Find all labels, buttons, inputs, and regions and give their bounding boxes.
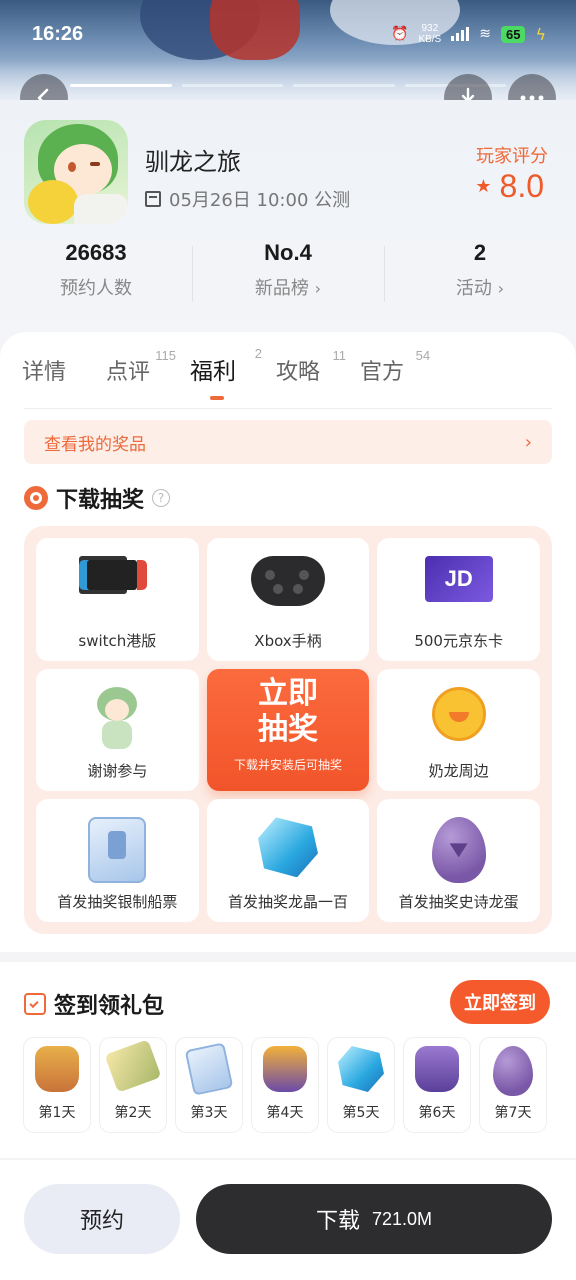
lottery-section-title: 下载抽奖 ? <box>24 482 171 514</box>
tab-guides[interactable]: 攻略 11 <box>276 348 346 386</box>
charging-icon: ϟ <box>535 24 546 44</box>
signin-button[interactable]: 立即签到 <box>450 980 550 1024</box>
prize-cell: 首发抽奖龙晶一百 <box>206 799 370 922</box>
tab-official[interactable]: 官方 54 <box>360 348 430 386</box>
banner-pager <box>70 84 506 87</box>
signin-day[interactable]: 第2天 <box>100 1038 166 1132</box>
chevron-right-icon: › <box>524 431 532 453</box>
treasure-bag-icon <box>415 1046 459 1092</box>
signin-day[interactable]: 第3天 <box>176 1038 242 1132</box>
dragon-egg-icon <box>431 817 486 884</box>
treasure-bag-icon <box>35 1046 79 1092</box>
prize-cell: Xbox手柄 <box>206 538 370 661</box>
app-name: 驯龙之旅 <box>145 148 241 176</box>
gold-bars-icon <box>104 1039 162 1093</box>
ticket-icon <box>184 1042 234 1096</box>
lottery-grid: switch港版 Xbox手柄 JD 500元京东卡 谢谢参与 立即 抽奖 下载… <box>24 526 552 934</box>
battery-icon: 65 <box>500 25 526 43</box>
status-time: 16:26 <box>32 22 84 45</box>
divider <box>24 408 552 409</box>
prize-cell: 奶龙周边 <box>377 668 540 792</box>
duck-mascot-icon <box>431 686 486 741</box>
content-card: 详情 点评 115 福利 2 攻略 11 官方 54 查看我的奖品 › 下载抽奖 ? s… <box>0 332 576 952</box>
tab-benefits[interactable]: 福利 2 <box>190 346 262 400</box>
app-header: 驯龙之旅 05月26日 10:00 公测 玩家评分 ★ 8.0 26683 预约… <box>0 100 576 340</box>
signin-days: 第1天 第2天 第3天 第4天 第5天 第6天 第7天 <box>24 1038 546 1132</box>
draw-now-button[interactable]: 立即 抽奖 下载并安装后可抽奖 <box>206 668 370 792</box>
signin-day[interactable]: 第6天 <box>404 1038 470 1132</box>
ticket-icon <box>88 817 147 884</box>
signin-title: 签到领礼包 <box>24 988 164 1020</box>
tab-details[interactable]: 详情 <box>22 354 80 386</box>
signin-day[interactable]: 第7天 <box>480 1038 546 1132</box>
signin-day[interactable]: 第5天 <box>328 1038 394 1132</box>
bottom-action-bar: 预约 下载 721.0M <box>0 1160 576 1280</box>
tab-bar: 详情 点评 115 福利 2 攻略 11 官方 54 <box>22 346 430 400</box>
alarm-icon: ⏰ <box>391 26 409 42</box>
prize-cell: switch港版 <box>36 538 199 661</box>
stat-reservations: 26683 预约人数 <box>60 240 132 299</box>
tab-reviews[interactable]: 点评 115 <box>106 348 176 386</box>
reserve-button[interactable]: 预约 <box>24 1184 180 1254</box>
prize-cell: 首发抽奖史诗龙蛋 <box>377 799 540 922</box>
prize-cell: 首发抽奖银制船票 <box>36 799 199 922</box>
crystal-icon <box>257 817 318 878</box>
stats-row: 26683 预约人数 No.4 新品榜 › 2 活动 › <box>0 240 576 310</box>
star-icon: ★ <box>475 176 492 197</box>
signin-day[interactable]: 第1天 <box>24 1038 90 1132</box>
chevron-right-icon: › <box>497 279 505 298</box>
switch-console-icon <box>79 556 155 596</box>
signin-section: 签到领礼包 立即签到 第1天 第2天 第3天 第4天 第5天 第6天 第7天 <box>0 962 576 1158</box>
status-bar: 16:26 ⏰ 932 KB/S ≋ 65 ϟ <box>0 0 576 68</box>
my-prizes-link[interactable]: 查看我的奖品 › <box>24 420 552 464</box>
prize-cell: 谢谢参与 <box>36 668 199 792</box>
wifi-icon: ≋ <box>479 26 491 42</box>
signin-day[interactable]: 第4天 <box>252 1038 318 1132</box>
rating: ★ 8.0 <box>475 168 544 205</box>
signal-icon <box>451 27 470 41</box>
help-icon[interactable]: ? <box>152 489 171 507</box>
prize-cell: JD 500元京东卡 <box>377 538 540 661</box>
crystal-icon <box>338 1046 384 1092</box>
chevron-right-icon: › <box>314 279 322 298</box>
gamepad-icon <box>250 556 325 606</box>
calendar-check-icon <box>24 993 46 1015</box>
rating-label: 玩家评分 <box>476 146 548 167</box>
app-icon[interactable] <box>24 120 128 224</box>
network-speed: 932 KB/S <box>418 23 442 45</box>
chibi-character-icon <box>92 686 142 749</box>
rating-value: 8.0 <box>499 168 544 204</box>
stat-events[interactable]: 2 活动 › <box>384 240 576 310</box>
treasure-bag-icon <box>263 1046 307 1092</box>
launch-date: 05月26日 10:00 公测 <box>145 186 350 212</box>
download-size: 721.0M <box>371 1208 433 1229</box>
gift-card-icon: JD <box>424 556 493 602</box>
calendar-icon <box>145 191 161 207</box>
lottery-icon <box>24 486 48 510</box>
download-button[interactable]: 下载 721.0M <box>196 1184 552 1254</box>
dragon-egg-icon <box>493 1046 533 1096</box>
stat-new-ranking[interactable]: No.4 新品榜 › <box>192 240 384 310</box>
